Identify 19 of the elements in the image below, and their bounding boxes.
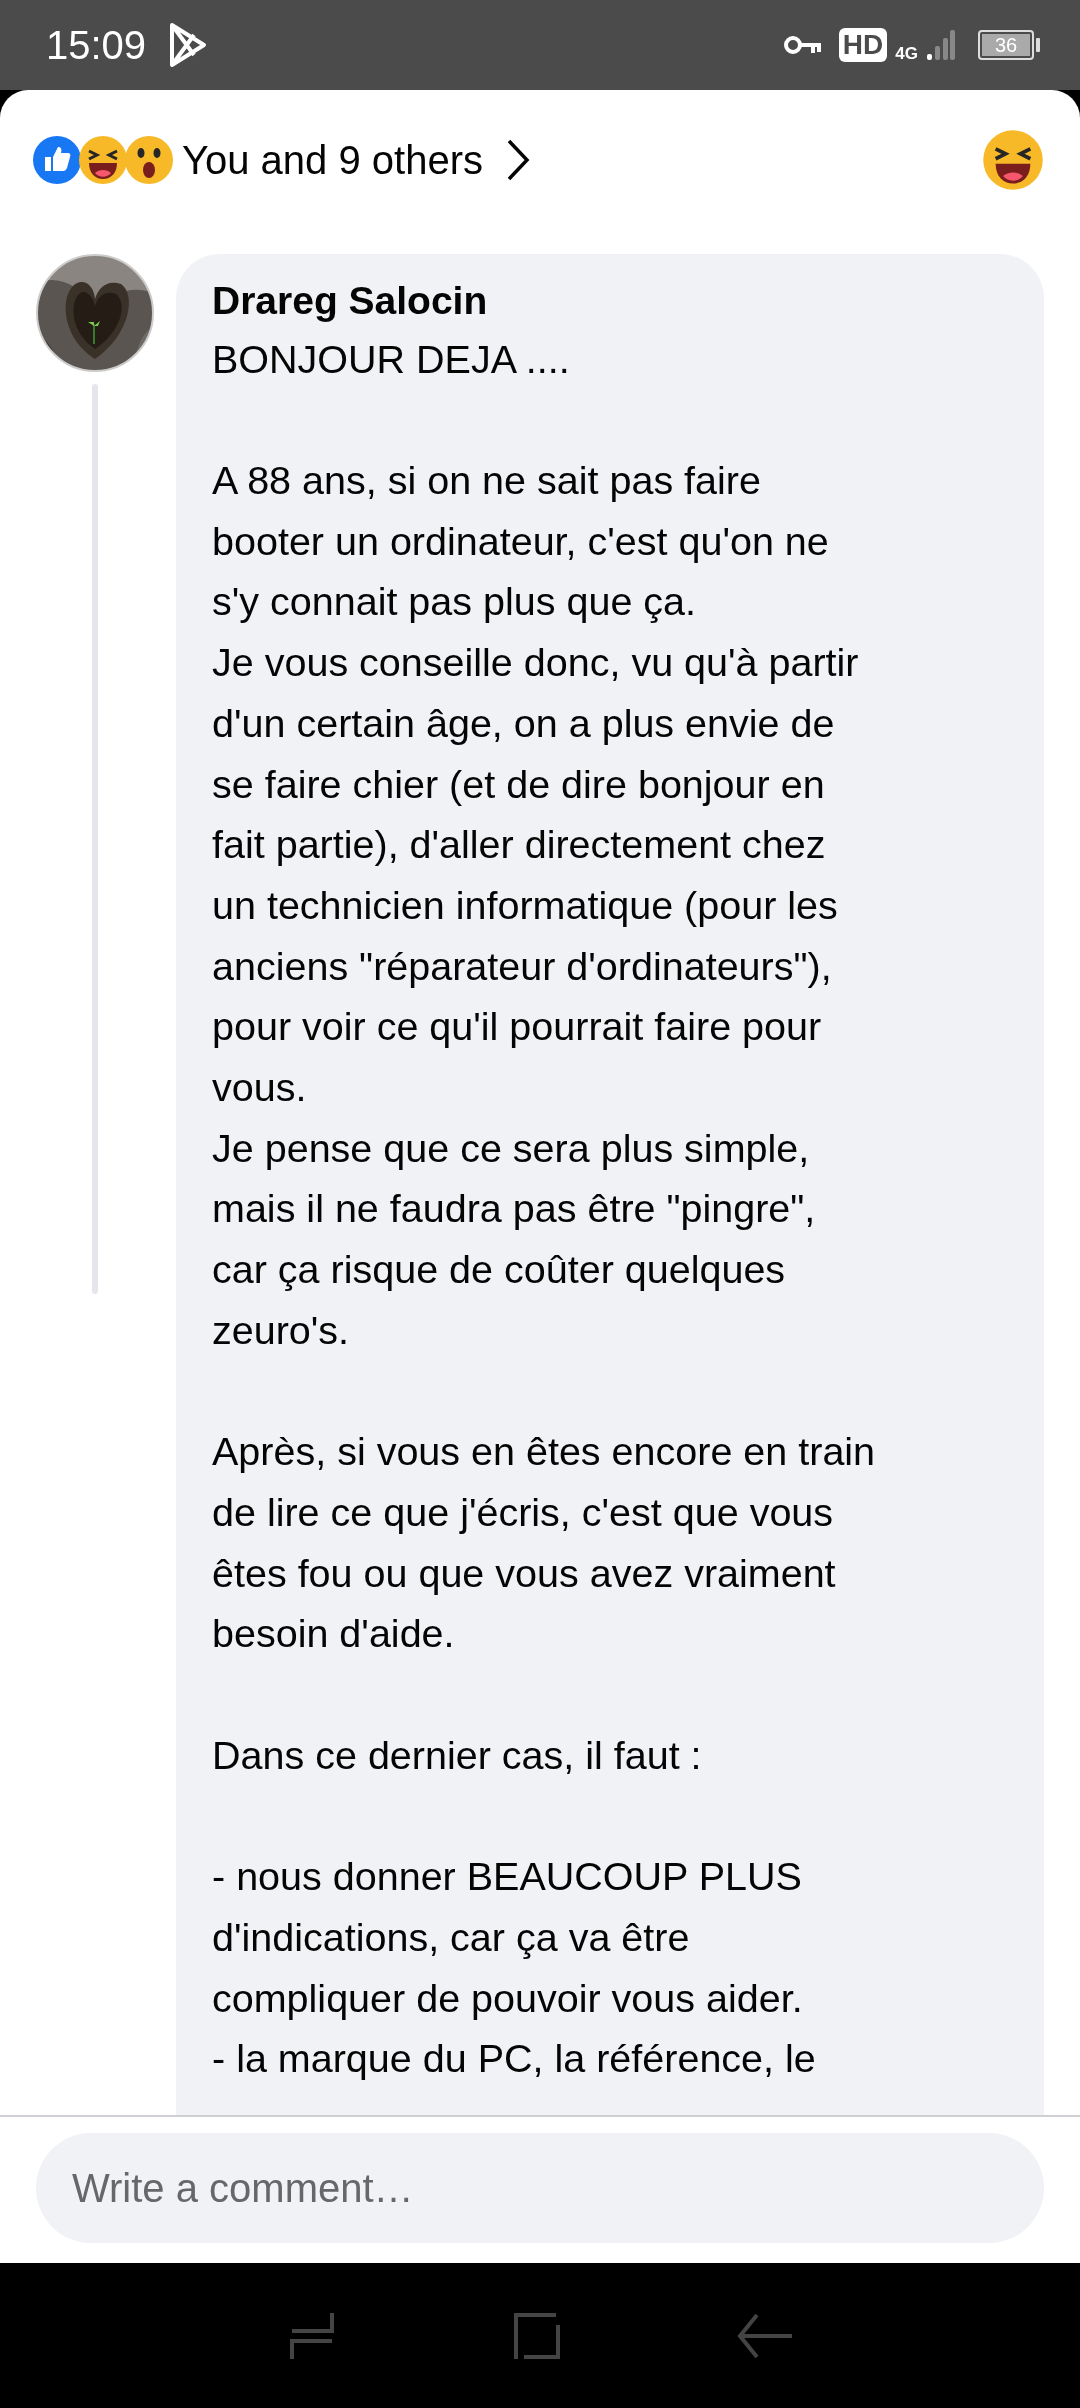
laughing-emoji-icon — [78, 135, 128, 185]
surprised-emoji-icon — [124, 135, 174, 185]
author-name[interactable]: Drareg Salocin — [212, 274, 1008, 329]
laughing-emoji-icon[interactable] — [982, 129, 1044, 191]
chevron-right-icon[interactable] — [505, 138, 531, 182]
comment-text: BONJOUR DEJA .... — [212, 335, 571, 383]
play-store-icon — [168, 22, 209, 68]
key-icon — [782, 33, 823, 57]
comment-text: Dans ce dernier cas, il faut : — [212, 1731, 703, 1779]
clock-time: 15:09 — [46, 22, 147, 69]
signal-icon — [926, 28, 956, 62]
hd-indicator: HD — [838, 28, 888, 62]
network-type: 4G — [895, 43, 918, 66]
comment-text: A 88 ans, si on ne sait pas faire booter un ordinateur, c'est qu'on ne s'y connait pas plus que ça. Je vous conseille donc, vu qu'à partir d'un certain âge, on a plus envie de se faire chier (et de dire bonjour en fait partie), d'aller directement chez un technicien informatique (pour les anciens "réparateur d'ordinateurs"), pour voir ce qu'il pourrait faire pour vous. Je pense que ce sera plus simple, mais il ne faudra pas être "pingre", car ça risque de coûter quelques zeuro's. — [212, 457, 860, 1354]
reactions-summary-link[interactable]: You and 9 others — [182, 130, 483, 190]
comment-input-field[interactable]: Write a comment… — [36, 2133, 1044, 2243]
like-reaction-icon — [32, 135, 82, 185]
comment-text: - nous donner BEAUCOUP PLUS d'indications, car ça va être compliquer de pouvoir vous aider. - la marque du PC, la référence, le — [212, 1853, 817, 2083]
comment-text: Après, si vous en êtes encore en train de lire ce que j'écris, c'est que vous êtes fou ou que vous avez vraiment besoin d'aide. — [212, 1428, 877, 1658]
